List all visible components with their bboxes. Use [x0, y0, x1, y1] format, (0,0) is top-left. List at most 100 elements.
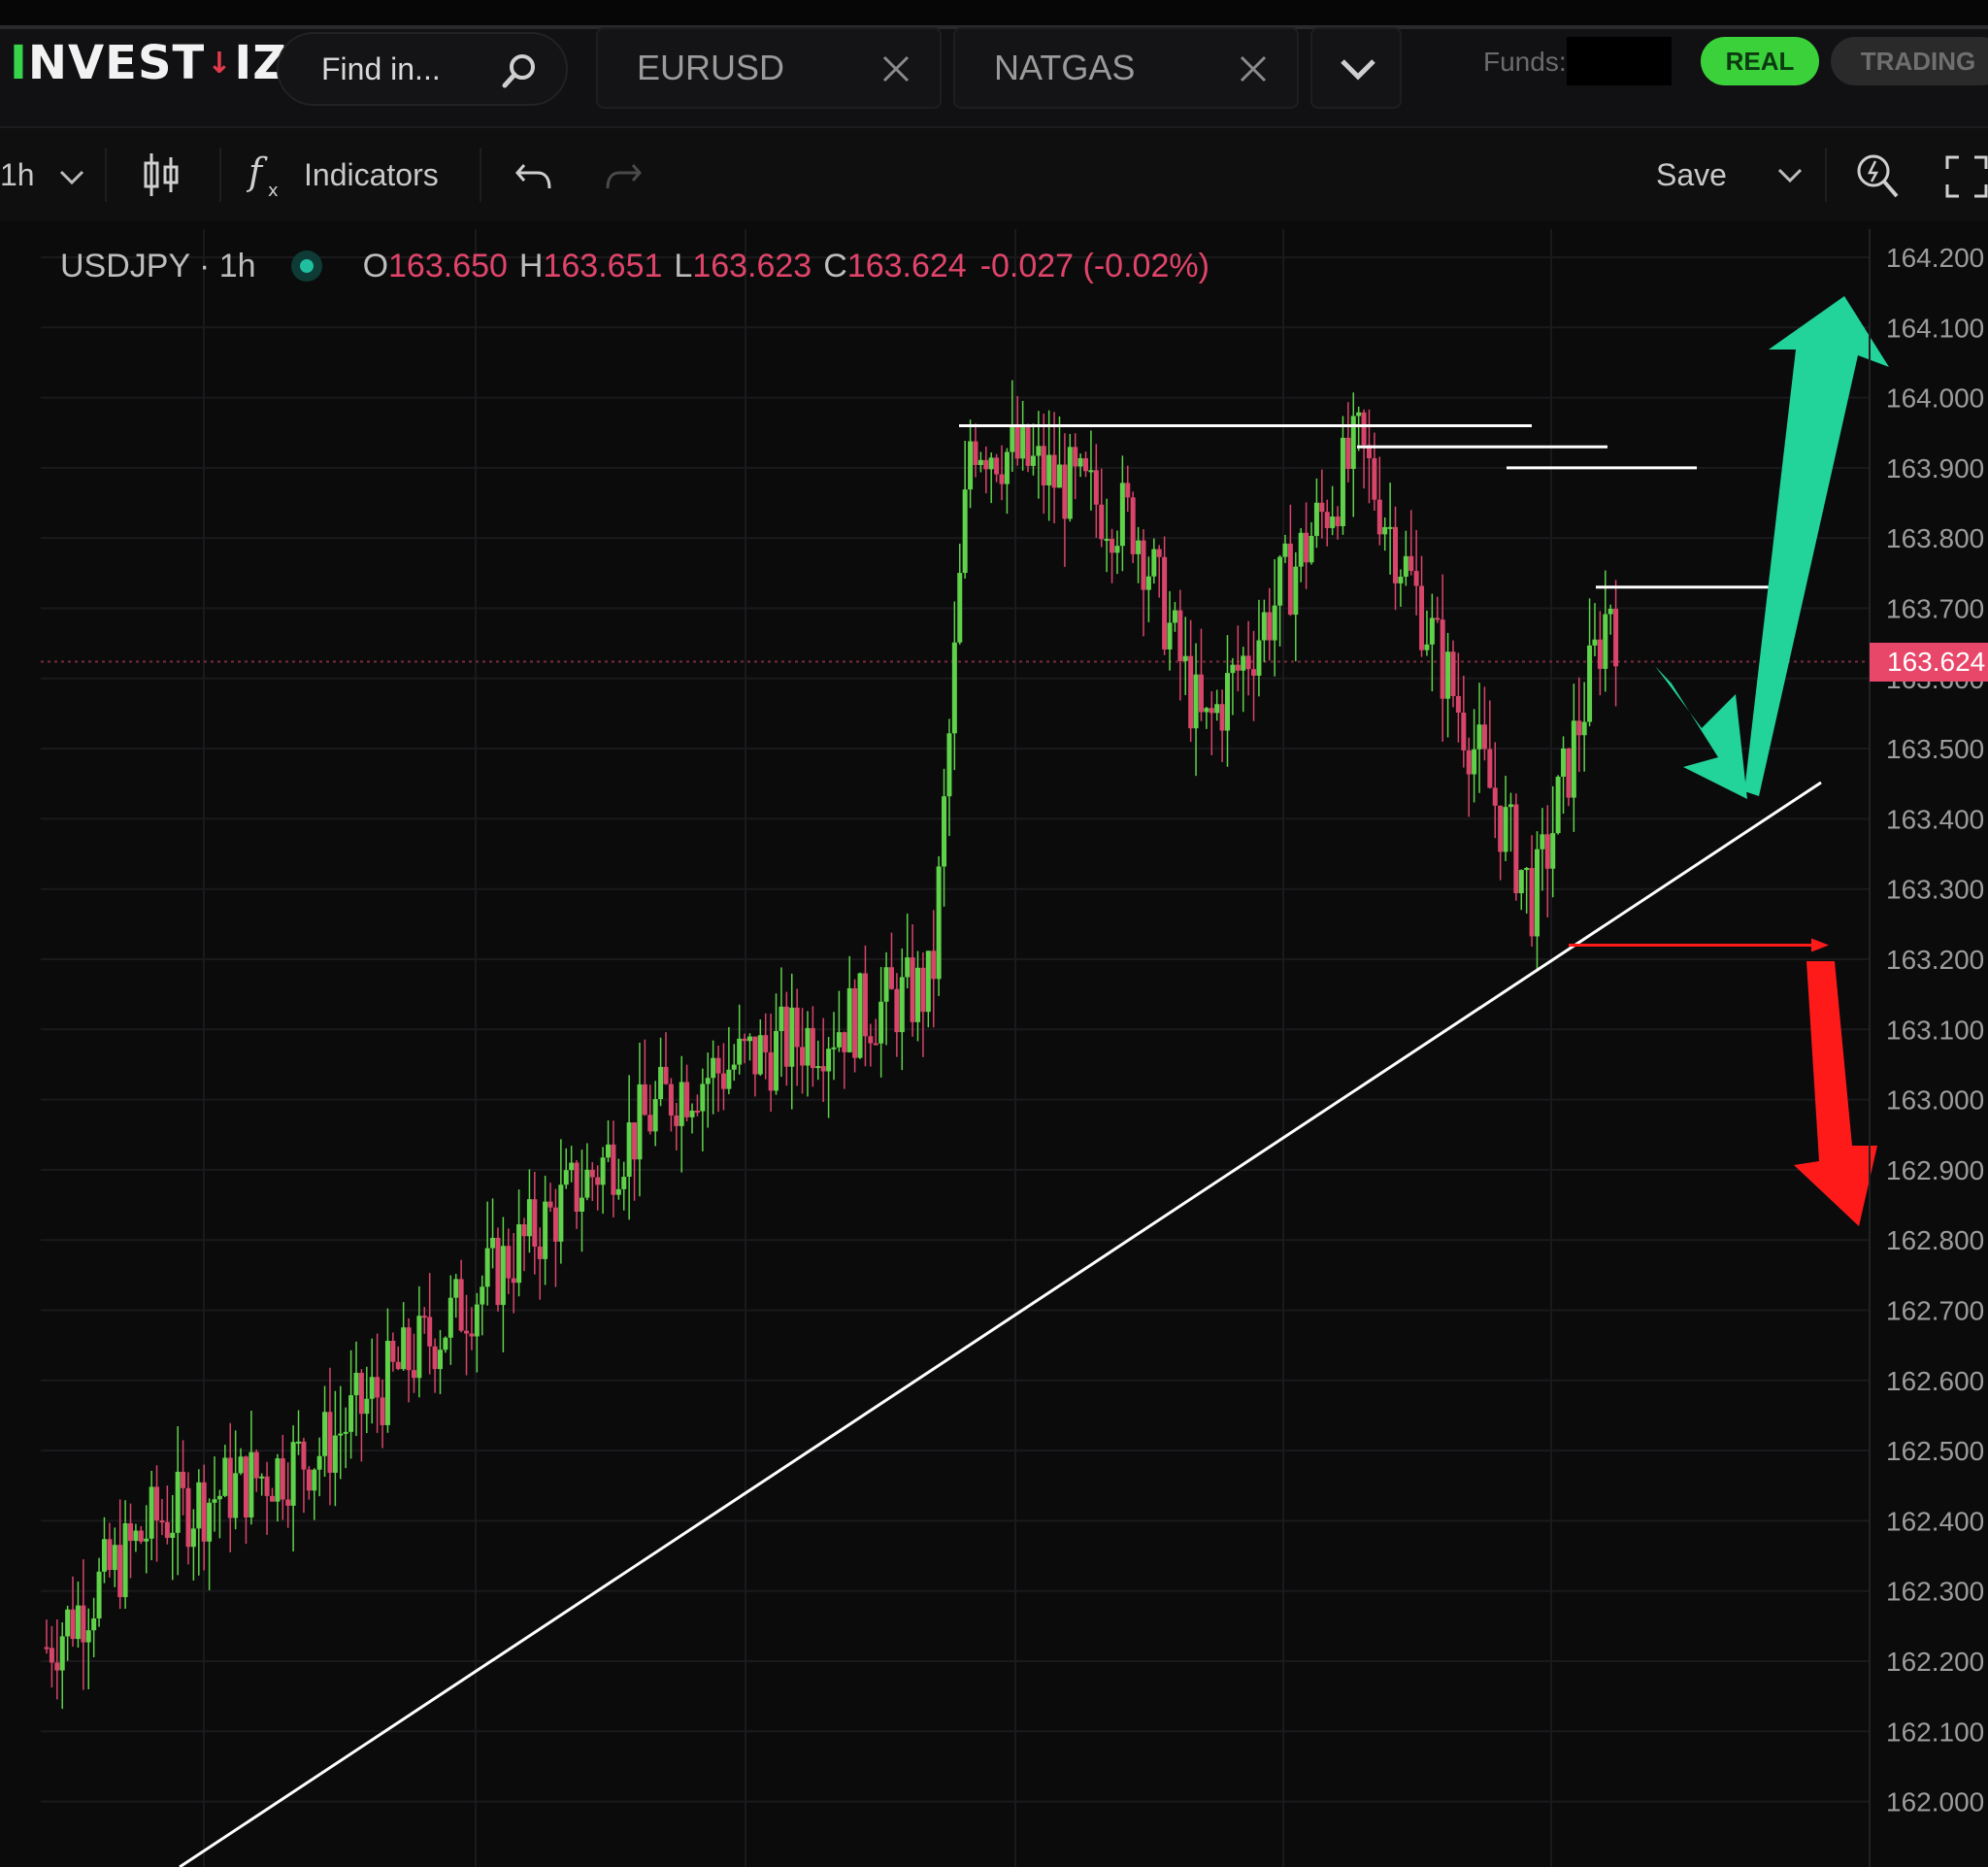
candle-down: [1372, 457, 1377, 500]
candle-up: [711, 1057, 716, 1079]
chevron-down-icon[interactable]: [58, 169, 85, 186]
candle-up: [1472, 749, 1477, 775]
candle-down: [973, 441, 978, 465]
candle-up: [332, 1435, 338, 1473]
candle-down: [1413, 571, 1419, 586]
candle-up: [652, 1099, 658, 1132]
mode-trading-button[interactable]: TRADING: [1831, 37, 1988, 85]
candle-down: [1492, 787, 1498, 806]
candle-down: [327, 1412, 333, 1473]
price-chart[interactable]: 164.200 164.100 164.000 163.900 163.800 163.7…: [0, 223, 1988, 1867]
candle-up: [259, 1476, 265, 1479]
candle-down: [1335, 517, 1341, 526]
candle-up: [1387, 526, 1393, 529]
candle-up: [1429, 617, 1435, 645]
low-value: 163.623: [692, 247, 812, 284]
price-tick-label: 163.700: [1886, 594, 1984, 624]
interval-selector[interactable]: 1h: [0, 157, 35, 193]
candle-up: [1603, 614, 1608, 669]
candle-up: [1067, 447, 1073, 519]
candle-down: [495, 1237, 501, 1306]
candle-up: [312, 1469, 317, 1491]
mode-real-button[interactable]: REAL: [1701, 37, 1819, 85]
candle-up: [384, 1340, 390, 1425]
symbol-label[interactable]: USDJPY · 1h: [60, 248, 256, 285]
candle-up: [626, 1122, 632, 1178]
undo-icon[interactable]: [514, 159, 553, 192]
candle-up: [558, 1184, 564, 1242]
candle-down: [301, 1441, 307, 1470]
candle-up: [1241, 655, 1246, 671]
candle-down: [390, 1340, 396, 1362]
candle-down: [1125, 483, 1131, 498]
search-label: Find in...: [321, 50, 441, 86]
more-tabs-button[interactable]: [1310, 27, 1402, 109]
quick-search-icon[interactable]: [1854, 150, 1901, 200]
candle-style-icon[interactable]: [142, 151, 181, 198]
candle-down: [694, 1110, 700, 1113]
candle-down: [632, 1122, 638, 1160]
tab-label: NATGAS: [994, 48, 1136, 87]
candle-up: [962, 489, 968, 574]
search-icon[interactable]: [500, 51, 539, 90]
candle-up: [883, 967, 889, 1002]
candle-up: [915, 967, 921, 1022]
candle-down: [552, 1207, 558, 1242]
candle-up: [1172, 610, 1177, 623]
search-box[interactable]: Find in...: [277, 32, 568, 106]
candle-down: [280, 1458, 285, 1500]
candle-up: [1508, 804, 1513, 808]
redo-icon[interactable]: [604, 159, 643, 192]
candle-up: [774, 1030, 779, 1091]
price-tick-label: 164.200: [1886, 243, 1984, 273]
candle-down: [506, 1246, 512, 1279]
close-icon[interactable]: [881, 54, 911, 83]
save-button[interactable]: Save: [1656, 157, 1727, 193]
candle-down: [574, 1162, 580, 1213]
candle-down: [1093, 470, 1099, 505]
tab-natgas[interactable]: NATGAS: [953, 27, 1299, 109]
breakout-up-arrow: [1744, 296, 1889, 796]
change-value: -0.027 (-0.02%): [979, 247, 1209, 284]
logo-text-2: I: [234, 36, 253, 90]
candle-up: [584, 1169, 590, 1198]
candle-down: [185, 1487, 191, 1548]
candle-up: [1167, 622, 1173, 650]
candle-up: [1534, 849, 1540, 937]
candle-down: [1613, 609, 1619, 667]
tab-eurusd[interactable]: EURUSD: [596, 27, 942, 109]
price-tick-label: 162.500: [1886, 1436, 1984, 1466]
chevron-down-icon[interactable]: [1776, 167, 1804, 184]
candle-down: [285, 1499, 291, 1506]
candle-up: [216, 1495, 222, 1500]
candle-down: [1025, 426, 1031, 466]
close-icon[interactable]: [1239, 54, 1268, 83]
candle-up: [474, 1304, 480, 1337]
price-tick-label: 162.300: [1886, 1577, 1984, 1607]
candle-down: [395, 1361, 401, 1370]
candle-down: [1481, 724, 1487, 750]
candle-down: [1461, 713, 1467, 750]
candle-down: [1345, 437, 1351, 469]
low-label: L: [674, 247, 693, 284]
candle-down: [668, 1084, 674, 1116]
candle-down: [1419, 585, 1425, 650]
candle-down: [842, 1032, 847, 1052]
candle-down: [920, 967, 926, 1013]
candle-up: [238, 1456, 244, 1474]
candle-down: [994, 457, 1000, 475]
candle-up: [606, 1144, 612, 1158]
candle-up: [101, 1539, 107, 1572]
candle-down: [464, 1330, 470, 1334]
candle-down: [521, 1224, 527, 1237]
indicators-button[interactable]: Indicators: [304, 157, 439, 193]
price-tick-label: 163.800: [1886, 523, 1984, 553]
fullscreen-icon[interactable]: [1945, 155, 1988, 198]
candle-up: [637, 1084, 643, 1160]
candle-down: [763, 1035, 769, 1052]
candle-up: [1272, 605, 1277, 641]
candle-up: [1088, 470, 1094, 473]
candle-down: [1455, 695, 1461, 714]
candle-up: [96, 1571, 102, 1618]
function-icon: f x: [247, 150, 279, 200]
